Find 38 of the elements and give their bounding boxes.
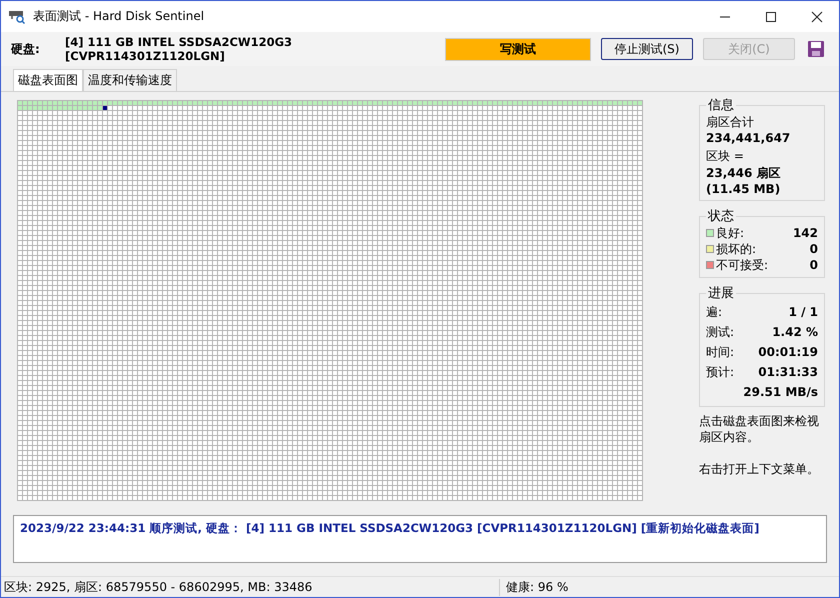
hint-text: 右击打开上下文菜单。 xyxy=(699,461,820,477)
info-value: 23,446 扇区 xyxy=(706,165,782,182)
group-title: 信息 xyxy=(707,97,735,114)
progress-label: 测试: xyxy=(706,324,734,340)
status-bar-text: 区块: 2925, 扇区: 68579550 - 68602995, MB: 33486 xyxy=(1,578,500,596)
status-value: 0 xyxy=(810,242,818,256)
progress-value: 29.51 MB/s xyxy=(743,385,818,399)
progress-label: 预计: xyxy=(706,364,734,380)
progress-value: 1 / 1 xyxy=(788,305,818,319)
test-mode-banner: 写测试 xyxy=(445,38,591,60)
status-bar-text: 健康: 96 % xyxy=(505,578,568,596)
status-label: 良好: xyxy=(716,224,744,242)
toolbar-button[interactable]: 停止测试(S) xyxy=(601,38,693,60)
tab[interactable]: 磁盘表面图 xyxy=(13,69,83,91)
close-icon[interactable] xyxy=(811,10,823,22)
save-icon[interactable] xyxy=(807,40,825,58)
app-icon xyxy=(9,10,25,24)
hint-text: 点击磁盘表面图来检视扇区内容。 xyxy=(699,413,820,445)
progress-value: 1.42 % xyxy=(772,325,818,339)
status-label: 不可接受: xyxy=(716,256,768,274)
info-value: 234,441,647 xyxy=(706,131,792,145)
maximize-icon[interactable] xyxy=(765,10,777,22)
status-label: 损坏的: xyxy=(716,240,756,258)
progress-label: 遍: xyxy=(706,304,722,320)
info-label: 扇区合计 xyxy=(706,114,755,131)
group-title: 进展 xyxy=(707,285,735,302)
window-title: 表面测试 - Hard Disk Sentinel xyxy=(33,8,204,25)
progress-value: 01:31:33 xyxy=(758,365,818,379)
progress-label: 时间: xyxy=(706,344,734,360)
progress-value: 00:01:19 xyxy=(758,345,818,359)
status-value: 0 xyxy=(810,258,818,272)
disk-label: 硬盘: xyxy=(11,40,41,58)
info-label: 区块 = xyxy=(706,148,745,165)
group-title: 状态 xyxy=(706,208,735,225)
disk-name: [4] 111 GB INTEL SSDSA2CW120G3 [CVPR114301Z1120LGN] xyxy=(65,35,294,63)
info-value: (11.45 MB) xyxy=(706,182,782,196)
log-entry: 2023/9/22 23:44:31 顺序测试, 硬盘： [4] 111 GB INTEL SSDSA2CW120G3 [CVPR114301Z1120LGN] [重新初始化磁盘表面] xyxy=(20,521,760,535)
status-value: 142 xyxy=(792,226,818,240)
